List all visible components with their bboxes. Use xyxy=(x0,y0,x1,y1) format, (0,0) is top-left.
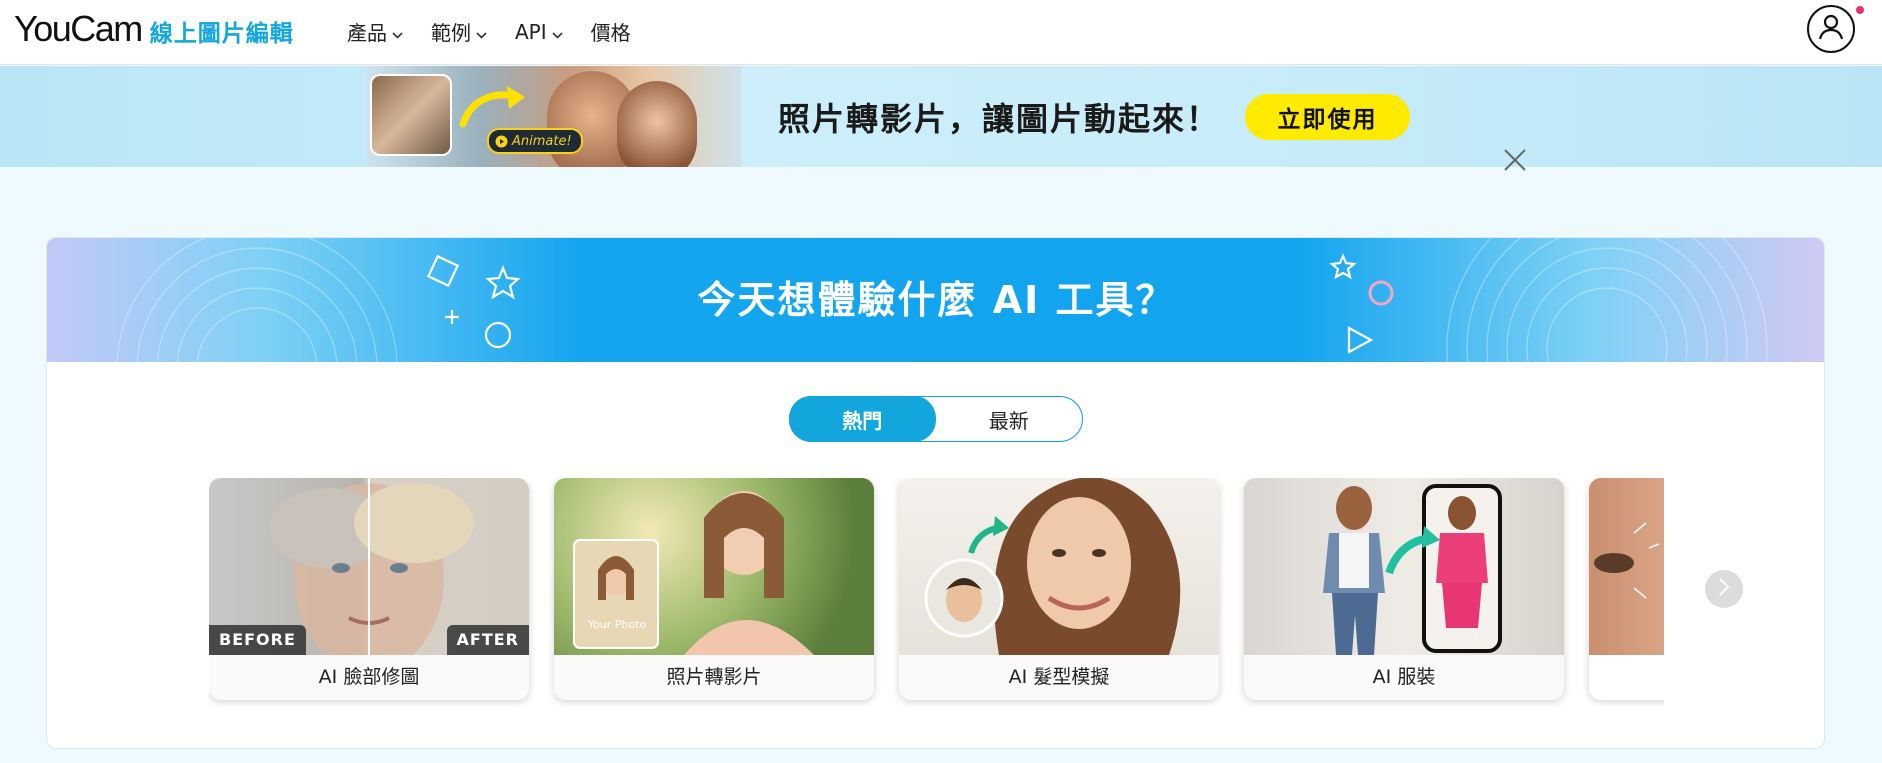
logo[interactable]: YouCam 線上圖片編輯 xyxy=(14,8,294,50)
tool-label: 照片轉影片 xyxy=(554,655,874,700)
tool-image xyxy=(1244,478,1564,655)
chevron-down-icon xyxy=(552,20,563,44)
tool-image: BEFORE AFTER xyxy=(209,478,529,655)
tool-image xyxy=(1589,478,1664,655)
main-nav: 產品 範例 API 價格 xyxy=(347,17,631,46)
tool-label: AI 髮型模擬 xyxy=(899,655,1219,700)
tools-carousel: BEFORE AFTER AI 臉部修圖 Your Photo 照片轉影片 AI… xyxy=(209,478,1664,748)
hero-title: 今天想體驗什麼 AI 工具？ xyxy=(697,278,1176,322)
nav-item-examples[interactable]: 範例 xyxy=(431,17,487,46)
promo-cta-button[interactable]: 立即使用 xyxy=(1245,94,1410,140)
nav-item-label: 範例 xyxy=(431,21,471,45)
after-badge: AFTER xyxy=(446,625,529,655)
tool-image: Your Photo xyxy=(554,478,874,655)
promo-title: 照片轉影片，讓圖片動起來！ xyxy=(778,100,1221,138)
nav-item-label: 產品 xyxy=(347,21,387,45)
chevron-down-icon xyxy=(476,20,487,44)
hero-banner: 今天想體驗什麼 AI 工具？ xyxy=(47,238,1824,362)
play-icon xyxy=(495,135,508,147)
tool-card-face-retouch[interactable]: BEFORE AFTER AI 臉部修圖 xyxy=(209,478,529,700)
nav-item-label: API xyxy=(515,19,547,44)
carousel-next-button[interactable] xyxy=(1705,570,1743,608)
tool-image xyxy=(899,478,1219,655)
account-button[interactable] xyxy=(1807,5,1855,53)
chevron-right-icon xyxy=(1718,577,1730,601)
logo-wordmark: YouCam xyxy=(14,8,143,49)
promo-photo-person xyxy=(617,81,697,167)
tool-card-outfit[interactable]: AI 服裝 xyxy=(1244,478,1564,700)
tool-card-hairstyle[interactable]: AI 髮型模擬 xyxy=(899,478,1219,700)
arrow-icon xyxy=(459,84,529,133)
tab-popular[interactable]: 熱門 xyxy=(789,396,936,442)
animate-badge: Animate! xyxy=(487,128,583,154)
your-photo-badge: Your Photo xyxy=(587,618,647,631)
tool-label: AI 服裝 xyxy=(1244,655,1564,700)
logo-subtitle: 線上圖片編輯 xyxy=(149,21,294,47)
user-icon xyxy=(1816,12,1846,46)
before-badge: BEFORE xyxy=(209,625,306,655)
tab-group: 熱門 最新 xyxy=(789,396,1083,442)
animate-label: Animate! xyxy=(512,133,572,149)
promo-banner[interactable]: Animate! 照片轉影片，讓圖片動起來！ 立即使用 xyxy=(0,66,1882,171)
tool-label: AI 臉部修圖 xyxy=(209,655,529,700)
nav-item-pricing[interactable]: 價格 xyxy=(591,17,631,46)
top-header: YouCam 線上圖片編輯 產品 範例 API 價格 xyxy=(0,0,1882,65)
tools-section: 今天想體驗什麼 AI 工具？ 熱門 最新 BEFORE AFTER AI 臉部修… xyxy=(46,237,1825,749)
tool-card-photo-to-video[interactable]: Your Photo 照片轉影片 xyxy=(554,478,874,700)
promo-thumbnail xyxy=(370,74,452,156)
chevron-down-icon xyxy=(392,20,403,44)
nav-item-api[interactable]: API xyxy=(515,17,563,46)
nav-item-products[interactable]: 產品 xyxy=(347,17,403,46)
notification-dot xyxy=(1856,6,1864,14)
close-icon[interactable] xyxy=(1503,148,1527,176)
tab-newest[interactable]: 最新 xyxy=(936,397,1083,441)
tool-card-partial[interactable] xyxy=(1589,478,1664,700)
nav-item-label: 價格 xyxy=(590,21,631,45)
promo-image: Animate! xyxy=(367,66,742,167)
